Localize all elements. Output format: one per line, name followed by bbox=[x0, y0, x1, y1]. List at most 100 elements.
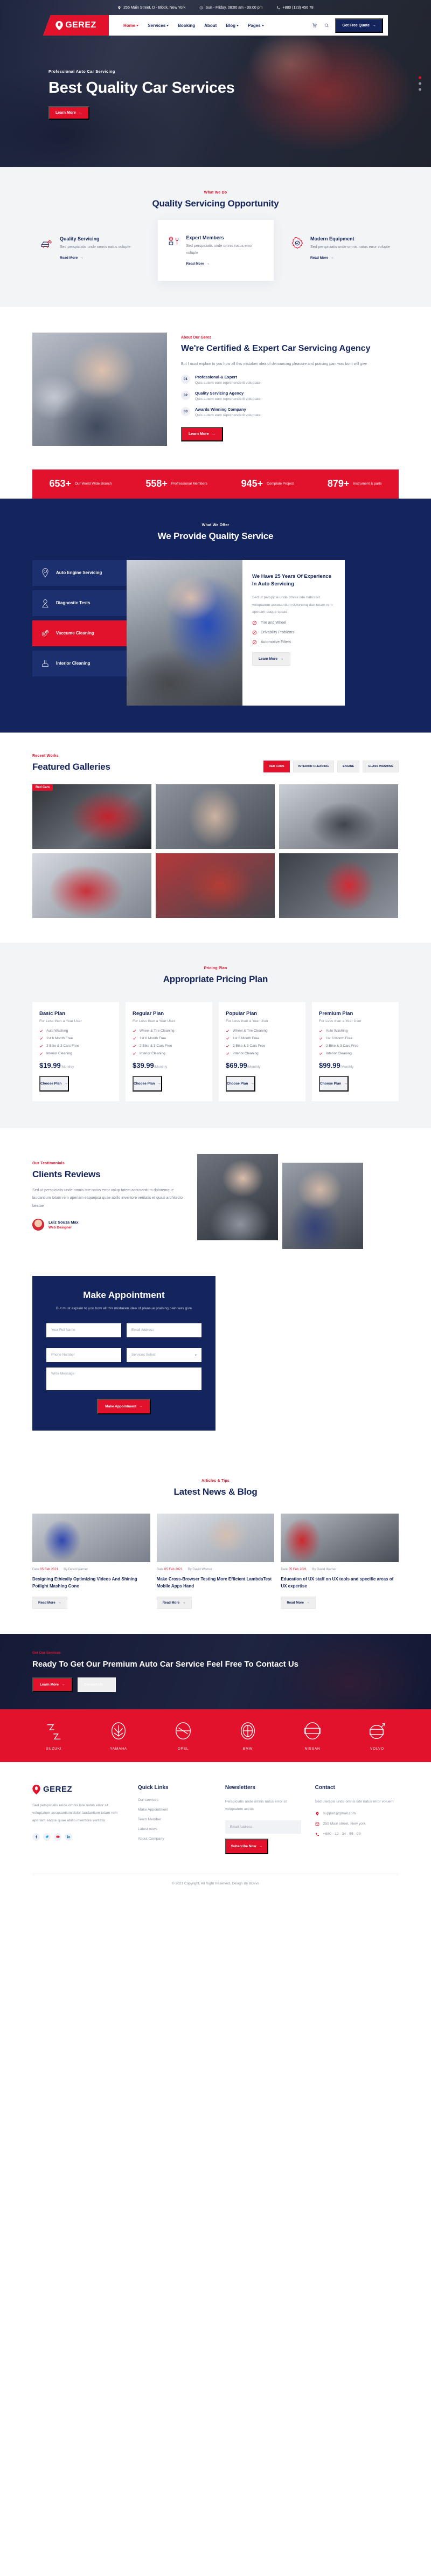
footer-link-about-company[interactable]: About Company bbox=[138, 1837, 211, 1841]
what-we-do-title: Quality Servicing Opportunity bbox=[152, 198, 279, 209]
choose-plan-button[interactable]: Choose Plan → bbox=[133, 1075, 162, 1092]
blog-label: Articles & Tips bbox=[201, 1479, 230, 1483]
topbar-phone[interactable]: +880 (123) 456 78 bbox=[276, 6, 314, 10]
blog-card[interactable]: Date 05 Feb 2021 By David Warner Designi… bbox=[32, 1513, 150, 1609]
nav-item-about[interactable]: About bbox=[204, 23, 217, 28]
nav-item-booking[interactable]: Booking bbox=[178, 23, 195, 28]
gallery-item[interactable] bbox=[156, 784, 275, 849]
cart-icon[interactable] bbox=[311, 23, 317, 29]
blog-date: Date 05 Feb 2021 bbox=[281, 1568, 307, 1571]
footer-link-latest-news[interactable]: Latest news bbox=[138, 1827, 211, 1831]
footer-link-make-appointment[interactable]: Make Appointment bbox=[138, 1808, 211, 1812]
gallery-item[interactable]: Red Cars bbox=[32, 784, 151, 849]
nav-item-blog[interactable]: Blog bbox=[226, 23, 239, 28]
quality-photo bbox=[127, 560, 242, 706]
service-card-featured[interactable]: Expert Members Sed perspiciatis unde omn… bbox=[157, 220, 274, 281]
gallery-item[interactable] bbox=[279, 784, 398, 849]
footer-quick-links-column: Quick Links Our services Make Appointmen… bbox=[138, 1785, 211, 1854]
blog-card[interactable]: Date 05 Feb 2021 By David Warner Educati… bbox=[281, 1513, 399, 1609]
nav-item-home[interactable]: Home bbox=[123, 23, 139, 28]
gear-check-icon bbox=[290, 236, 304, 250]
service-read-more-link[interactable]: Read More → bbox=[310, 256, 390, 260]
subscribe-now-button[interactable]: Subscribe Now → bbox=[225, 1838, 268, 1854]
nav-item-services[interactable]: Services bbox=[148, 23, 169, 28]
blog-author: By David Warner bbox=[64, 1567, 88, 1571]
quality-tab-vaccume-cleaning[interactable]: Vaccume Cleaning bbox=[32, 620, 127, 646]
make-appointment-button[interactable]: Make Appointment → bbox=[97, 1398, 151, 1414]
brand-suzuki[interactable]: SUZUKI bbox=[44, 1720, 64, 1751]
gears-icon bbox=[41, 630, 49, 637]
logo[interactable]: GEREZ bbox=[43, 15, 109, 36]
get-free-quote-button[interactable]: Get Free Quote → bbox=[335, 18, 383, 33]
blog-card[interactable]: Date 05 Feb 2021 By David Warner Make Cr… bbox=[156, 1513, 275, 1609]
slider-dot-2[interactable] bbox=[419, 82, 421, 85]
newsletter-email-input[interactable]: Email Address bbox=[225, 1820, 301, 1834]
footer-contact-phone[interactable]: +880 - 12 - 34 - 55 - 99 bbox=[315, 1832, 399, 1836]
gallery-filter-red-cars[interactable]: RED CARS bbox=[263, 760, 290, 772]
choose-plan-button[interactable]: Choose Plan → bbox=[39, 1075, 69, 1092]
feature-text: Quis autem eum reprehenderit voluptate bbox=[195, 413, 261, 418]
chevron-down-icon: ▾ bbox=[194, 1353, 197, 1357]
service-read-more-link[interactable]: Read More → bbox=[60, 256, 130, 260]
brand-opel[interactable]: OPEL bbox=[173, 1720, 193, 1751]
chevron-down-icon bbox=[166, 24, 169, 26]
gallery-item[interactable] bbox=[32, 853, 151, 918]
phone-input[interactable]: Phone Number bbox=[46, 1348, 121, 1362]
slider-dot-3[interactable] bbox=[419, 88, 421, 91]
plan-price-period: /Monthly bbox=[60, 1065, 74, 1069]
quality-tab-diagnostic-tests[interactable]: Diagnostic Tests bbox=[32, 590, 127, 616]
footer-contact-email[interactable]: support@gmail.com bbox=[315, 1812, 399, 1816]
email-input[interactable]: Email Address bbox=[127, 1323, 201, 1337]
footer-contact-address[interactable]: 255 Main street, New york bbox=[315, 1822, 399, 1826]
footer-link-our-services[interactable]: Our services bbox=[138, 1798, 211, 1802]
footer-copyright: © 2021 Copyright, All Right Reserved, De… bbox=[32, 1873, 399, 1894]
service-card[interactable]: Quality Servicing Sed perspiciatis unde … bbox=[32, 227, 148, 281]
brand-volvo[interactable]: VOLVO bbox=[367, 1720, 387, 1751]
gallery-filter-interior-cleaning[interactable]: INTERIOR CLEANING bbox=[293, 760, 335, 772]
blog-read-more-button[interactable]: Read More → bbox=[32, 1596, 67, 1609]
engine-pin-icon bbox=[42, 568, 48, 578]
footer-link-team-member[interactable]: Team Member bbox=[138, 1818, 211, 1821]
gallery-filter-engine[interactable]: ENGINE bbox=[337, 760, 360, 772]
brand-bmw[interactable]: BMW bbox=[238, 1720, 258, 1751]
search-icon[interactable] bbox=[323, 23, 329, 29]
footer-logo[interactable]: GEREZ bbox=[32, 1784, 124, 1794]
service-select-label: Services Select bbox=[131, 1353, 156, 1357]
brand-nissan[interactable]: NISSAN bbox=[302, 1720, 323, 1751]
cta-contact-us-button[interactable]: Contact Us → bbox=[77, 1677, 116, 1692]
quality-learn-more-button[interactable]: Learn More → bbox=[252, 652, 290, 666]
brand-yamaha[interactable]: YAMAHA bbox=[108, 1720, 129, 1751]
service-card[interactable]: Modern Equipment Sed perspiciatis unde o… bbox=[283, 227, 399, 281]
gallery-filter-glass-washing[interactable]: GLASS WASHING bbox=[363, 760, 399, 772]
cta-secondary-label: Contact Us bbox=[84, 1682, 103, 1687]
hero-learn-more-button[interactable]: Learn More → bbox=[48, 106, 89, 120]
check-icon bbox=[39, 1037, 43, 1040]
cta-learn-more-button[interactable]: Learn More → bbox=[32, 1677, 73, 1692]
message-textarea[interactable]: Write Message bbox=[46, 1367, 201, 1390]
phone-icon bbox=[315, 1832, 319, 1836]
nav-item-pages[interactable]: Pages bbox=[248, 23, 264, 28]
gallery-item[interactable] bbox=[279, 853, 398, 918]
blog-read-more-button[interactable]: Read More → bbox=[156, 1596, 192, 1609]
about-learn-more-button[interactable]: Learn More → bbox=[181, 427, 223, 442]
hero-slider-dots[interactable] bbox=[419, 76, 421, 91]
twitter-icon[interactable] bbox=[43, 1833, 51, 1841]
blog-date: Date 05 Feb 2021 bbox=[32, 1568, 58, 1571]
plan-price-value: $19.99 bbox=[39, 1061, 61, 1069]
clock-icon bbox=[199, 6, 203, 9]
slider-dot-1[interactable] bbox=[419, 76, 421, 79]
linkedin-icon[interactable] bbox=[65, 1833, 72, 1841]
facebook-icon[interactable] bbox=[32, 1833, 40, 1841]
service-read-more-link[interactable]: Read More → bbox=[186, 262, 265, 266]
gallery-item[interactable] bbox=[156, 853, 275, 918]
quality-tab-interior-cleaning[interactable]: Interior Cleaning bbox=[32, 650, 127, 676]
choose-plan-button[interactable]: Choose Plan → bbox=[319, 1075, 349, 1092]
blog-read-more-button[interactable]: Read More → bbox=[281, 1596, 316, 1609]
service-select[interactable]: Services Select ▾ bbox=[127, 1348, 201, 1362]
quality-tab-auto-engine-servicing[interactable]: Auto Engine Servicing bbox=[32, 560, 127, 586]
youtube-icon[interactable] bbox=[54, 1833, 61, 1841]
counter-label: Profressional Members bbox=[171, 481, 207, 486]
full-name-input[interactable]: Your Full Name bbox=[46, 1323, 121, 1337]
choose-plan-button[interactable]: Choose Plan → bbox=[226, 1075, 255, 1092]
footer-newsletter-title: Newsletters bbox=[225, 1784, 255, 1791]
